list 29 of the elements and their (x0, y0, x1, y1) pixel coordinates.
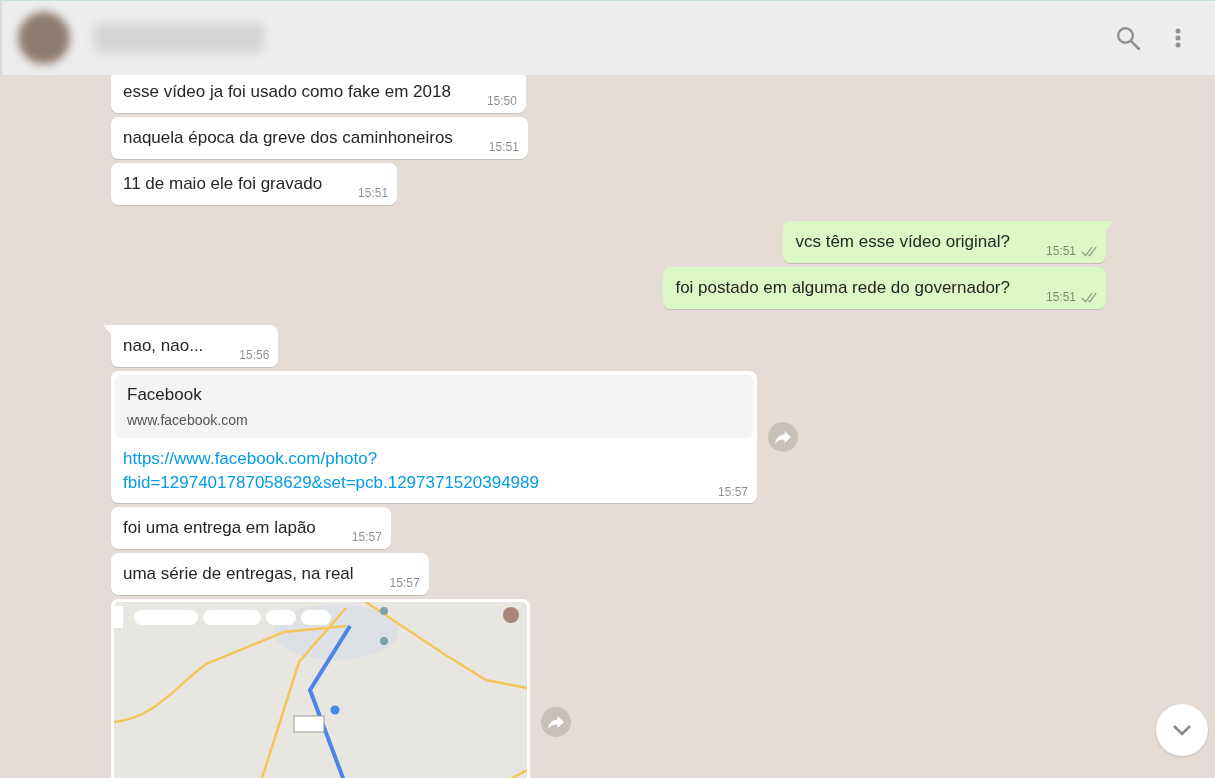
message-time: 15:51 (1045, 290, 1076, 305)
message-text: vcs têm esse vídeo original? (795, 231, 1010, 253)
curved-arrow-icon (548, 715, 564, 729)
message-time: 15:56 (239, 348, 270, 363)
message-time: 15:57 (389, 576, 420, 591)
scroll-down-button[interactable] (1156, 704, 1208, 756)
message-time: 15:57 (351, 530, 382, 545)
forward-button[interactable] (541, 707, 571, 737)
message-text: uma série de entregas, na real (123, 563, 354, 585)
link-preview-card[interactable]: Facebook www.facebook.com (115, 375, 753, 438)
message-time: 15:51 (488, 140, 519, 155)
message-text: foi uma entrega em lapão (123, 517, 316, 539)
preview-domain: www.facebook.com (127, 411, 249, 429)
message-text: nao, nao... (123, 335, 204, 357)
search-icon[interactable] (1116, 26, 1140, 50)
avatar (18, 12, 70, 64)
message-time: 15:51 (1045, 244, 1076, 259)
message-time: 15:51 (358, 186, 389, 201)
message-text: esse vídeo ja foi usado como fake em 2018 (123, 81, 451, 103)
menu-icon[interactable] (1175, 28, 1181, 48)
message-time: 15:57 (717, 485, 748, 500)
message-text: naquela época da greve dos caminhoneiros (123, 127, 453, 149)
curved-arrow-icon (775, 430, 791, 444)
forward-button[interactable] (768, 422, 798, 452)
message-text: 11 de maio ele foi gravado (123, 173, 323, 195)
chevron-down-icon (1172, 724, 1192, 736)
message-text: foi postado em alguma rede do governador? (675, 277, 1010, 299)
preview-title: Facebook (127, 384, 203, 406)
message-time: 15:50 (486, 94, 517, 109)
